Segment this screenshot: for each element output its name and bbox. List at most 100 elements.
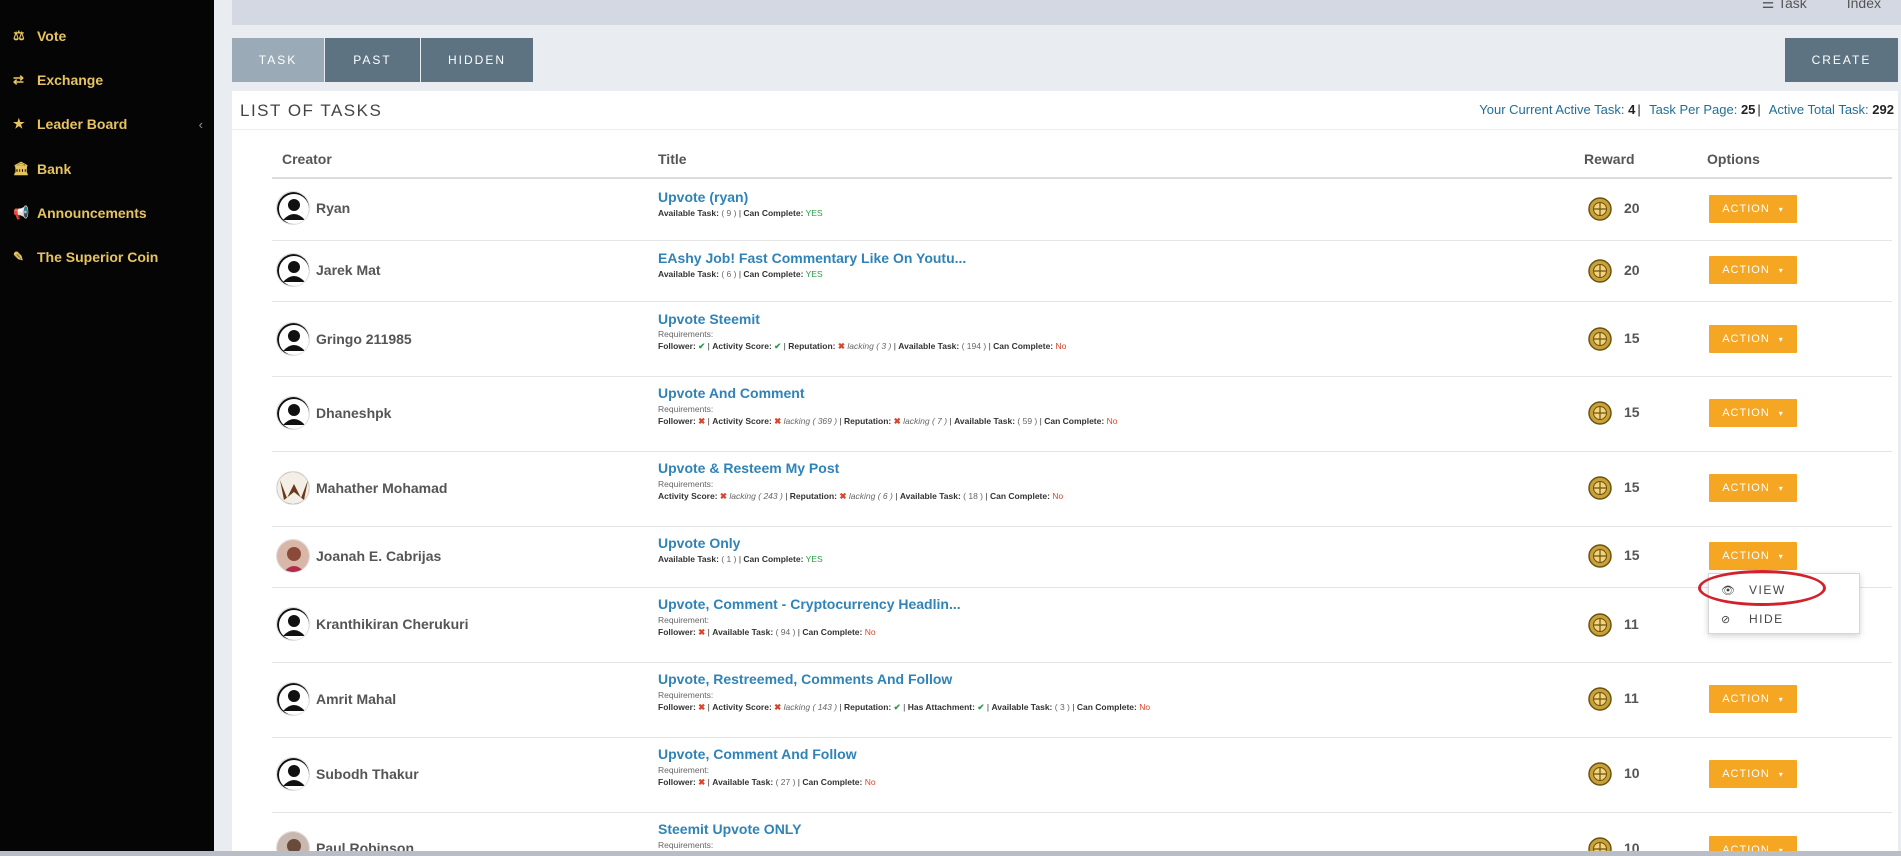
task-title-link[interactable]: Upvote And Comment <box>658 385 804 401</box>
meta-value: YES <box>805 269 823 279</box>
create-button[interactable]: CREATE <box>1785 38 1898 82</box>
task-title-link[interactable]: Upvote, Comment And Follow <box>658 746 857 762</box>
sidebar: ⚖ Vote ⇄ Exchange ★ Leader Board ‹ 🏛 Ban… <box>0 0 214 856</box>
sidebar-item-superior-coin[interactable]: ✎ The Superior Coin <box>13 245 203 269</box>
creator-name[interactable]: Subodh Thakur <box>316 766 419 782</box>
reward-value: 15 <box>1624 404 1640 420</box>
avatar[interactable] <box>276 322 310 356</box>
task-title-link[interactable]: Upvote (ryan) <box>658 189 748 205</box>
task-title-link[interactable]: Upvote Only <box>658 535 740 551</box>
column-header-options: Options <box>1707 151 1760 167</box>
task-title-link[interactable]: Upvote Steemit <box>658 311 760 327</box>
sidebar-item-announcements[interactable]: 📢 Announcements <box>13 201 203 225</box>
separator: | <box>895 491 898 501</box>
task-title-link[interactable]: Upvote, Restreemed, Comments And Follow <box>658 671 952 687</box>
action-label: ACTION <box>1722 768 1770 780</box>
action-label: ACTION <box>1722 407 1770 419</box>
meta-label: Activity Score: <box>712 416 772 426</box>
column-header-creator[interactable]: Creator <box>282 151 332 167</box>
action-button[interactable]: ACTION ▾ <box>1709 325 1797 353</box>
meta-label: Activity Score: <box>658 491 718 501</box>
meta-value: ( 27 ) <box>775 777 796 787</box>
meta-value: No <box>1052 491 1064 501</box>
avatar[interactable] <box>276 396 310 430</box>
meta-label: Available Task: <box>658 208 719 218</box>
creator-name[interactable]: Mahather Mohamad <box>316 480 447 496</box>
meta-label: Can Complete: <box>743 208 804 218</box>
meta-label: Available Task: <box>712 627 774 637</box>
x-icon: ✖ <box>774 702 782 712</box>
column-header-title[interactable]: Title <box>658 151 687 167</box>
chevron-left-icon[interactable]: ‹ <box>199 117 203 132</box>
task-requirements-label: Requirements: <box>658 690 713 700</box>
x-icon: ✖ <box>698 702 706 712</box>
sidebar-item-label: Bank <box>37 161 72 177</box>
check-icon: ✔ <box>774 341 782 351</box>
coin-icon <box>1588 544 1612 568</box>
creator-name[interactable]: Ryan <box>316 200 350 216</box>
header-link-index[interactable]: Index <box>1847 0 1881 12</box>
action-label: ACTION <box>1722 264 1770 276</box>
creator-name[interactable]: Dhaneshpk <box>316 405 391 421</box>
meta-label: Follower: <box>658 777 696 787</box>
menu-item-view[interactable]: 👁 VIEW <box>1709 577 1859 603</box>
creator-name[interactable]: Joanah E. Cabrijas <box>316 548 441 564</box>
caret-down-icon: ▾ <box>1778 769 1784 779</box>
creator-name[interactable]: Amrit Mahal <box>316 691 396 707</box>
menu-item-hide[interactable]: ⊘ HIDE <box>1709 606 1859 632</box>
meta-value: ( 6 ) <box>721 269 737 279</box>
caret-down-icon: ▾ <box>1778 483 1784 493</box>
caret-down-icon: ▾ <box>1778 334 1784 344</box>
tab-past[interactable]: PAST <box>325 38 420 82</box>
avatar[interactable] <box>276 253 310 287</box>
avatar[interactable] <box>276 471 310 505</box>
sidebar-item-bank[interactable]: 🏛 Bank <box>13 157 203 181</box>
action-button[interactable]: ACTION ▾ <box>1709 256 1797 284</box>
sidebar-item-exchange[interactable]: ⇄ Exchange <box>13 68 203 92</box>
avatar[interactable] <box>276 539 310 573</box>
reward-value: 10 <box>1624 765 1640 781</box>
avatar[interactable] <box>276 191 310 225</box>
tab-task[interactable]: TASK <box>232 38 324 82</box>
task-title-link[interactable]: Upvote & Resteem My Post <box>658 460 839 476</box>
meta-label: Requirements: <box>658 329 714 339</box>
coin-icon <box>1588 687 1612 711</box>
avatar[interactable] <box>276 682 310 716</box>
creator-name[interactable]: Kranthikiran Cherukuri <box>316 616 468 632</box>
table-row <box>272 527 1892 588</box>
action-button[interactable]: ACTION ▾ <box>1709 760 1797 788</box>
sidebar-item-label: The Superior Coin <box>37 249 159 265</box>
action-button[interactable]: ACTION ▾ <box>1709 542 1797 570</box>
action-button[interactable]: ACTION ▾ <box>1709 195 1797 223</box>
sidebar-item-leader-board[interactable]: ★ Leader Board ‹ <box>13 112 203 136</box>
separator: | <box>949 416 952 426</box>
meta-value: lacking <box>783 416 811 426</box>
header-link-task[interactable]: ☰ Task <box>1762 0 1807 12</box>
meta-label: Available Task: <box>898 341 960 351</box>
task-title-link[interactable]: EAshy Job! Fast Commentary Like On Youtu… <box>658 250 966 266</box>
meta-label: Can Complete: <box>802 627 863 637</box>
action-button[interactable]: ACTION ▾ <box>1709 399 1797 427</box>
divider <box>232 129 1898 130</box>
avatar[interactable] <box>276 757 310 791</box>
table-row <box>272 377 1892 452</box>
meta-value: ( 194 ) <box>961 341 987 351</box>
task-title-link[interactable]: Steemit Upvote ONLY <box>658 821 801 837</box>
menu-item-label: VIEW <box>1749 583 1786 597</box>
tab-hidden[interactable]: HIDDEN <box>421 38 533 82</box>
sidebar-item-vote[interactable]: ⚖ Vote <box>13 24 203 48</box>
action-button[interactable]: ACTION ▾ <box>1709 685 1797 713</box>
creator-name[interactable]: Jarek Mat <box>316 262 381 278</box>
separator: | <box>988 341 991 351</box>
creator-name[interactable]: Gringo 211985 <box>316 331 412 347</box>
caret-down-icon: ▾ <box>1778 551 1784 561</box>
action-button[interactable]: ACTION ▾ <box>1709 474 1797 502</box>
avatar[interactable] <box>276 607 310 641</box>
task-title-link[interactable]: Upvote, Comment - Cryptocurrency Headlin… <box>658 596 961 612</box>
top-header-bar: ☰ Task Index <box>232 0 1901 25</box>
meta-value: No <box>864 627 876 637</box>
separator: | <box>839 702 842 712</box>
page-title: LIST OF TASKS <box>240 101 383 120</box>
column-header-reward[interactable]: Reward <box>1584 151 1635 167</box>
task-meta: Activity Score: ✖ lacking ( 243 ) | Repu… <box>658 491 1063 502</box>
